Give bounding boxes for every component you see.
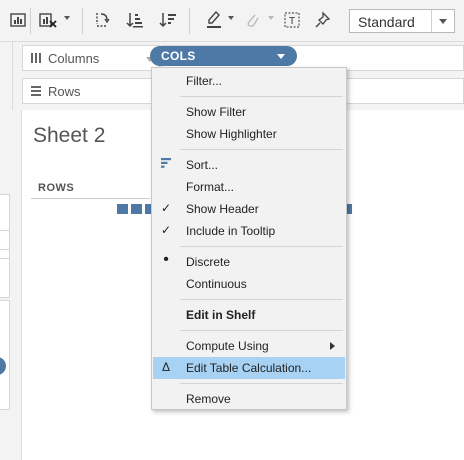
menu-item-format[interactable]: Format... bbox=[153, 176, 345, 198]
menu-separator bbox=[180, 299, 343, 300]
check-icon: ✓ bbox=[160, 223, 172, 237]
menu-item-sort[interactable]: Sort... bbox=[153, 154, 345, 176]
columns-shelf-label: Columns bbox=[22, 45, 160, 71]
delta-icon: Δ bbox=[161, 360, 170, 374]
mark[interactable] bbox=[117, 204, 128, 214]
menu-separator bbox=[180, 149, 343, 150]
menu-item-label: Remove bbox=[186, 392, 231, 406]
highlight-icon[interactable] bbox=[203, 9, 225, 31]
menu-item-edit-in-shelf[interactable]: Edit in Shelf bbox=[153, 304, 345, 326]
toolbar-separator bbox=[189, 8, 190, 34]
chevron-down-icon bbox=[439, 19, 447, 24]
menu-item-label: Sort... bbox=[186, 158, 219, 172]
svg-text:T: T bbox=[289, 16, 295, 27]
menu-item-discrete[interactable]: • Discrete bbox=[153, 251, 345, 273]
menu-item-include-in-tooltip[interactable]: ✓ Include in Tooltip bbox=[153, 220, 345, 242]
sheet-title: Sheet 2 bbox=[33, 124, 106, 147]
clear-sheet-icon[interactable] bbox=[37, 9, 59, 31]
cols-pill-label: COLS bbox=[161, 49, 196, 63]
menu-item-label: Edit in Shelf bbox=[186, 308, 256, 322]
fit-selector-value: Standard bbox=[358, 14, 415, 30]
menu-item-remove[interactable]: Remove bbox=[153, 388, 345, 410]
label-icon[interactable]: T bbox=[281, 9, 303, 31]
menu-item-label: Compute Using bbox=[186, 339, 269, 353]
sort-descending-icon[interactable] bbox=[157, 9, 179, 31]
columns-icon bbox=[30, 52, 42, 67]
toolbar-separator bbox=[30, 8, 31, 34]
menu-item-label: Edit Table Calculation... bbox=[186, 361, 312, 375]
rows-header: ROWS bbox=[38, 182, 75, 194]
toolbar-separator bbox=[82, 8, 83, 34]
menu-item-label: Discrete bbox=[186, 255, 231, 269]
menu-separator bbox=[180, 330, 343, 331]
side-panel-lower bbox=[0, 300, 10, 410]
fit-selector[interactable]: Standard bbox=[349, 9, 455, 33]
menu-item-label: Show Header bbox=[186, 202, 259, 216]
swap-icon[interactable] bbox=[91, 9, 113, 31]
menu-item-show-filter[interactable]: Show Filter bbox=[153, 101, 345, 123]
menu-item-label: Show Highlighter bbox=[186, 127, 277, 141]
menu-item-show-header[interactable]: ✓ Show Header bbox=[153, 198, 345, 220]
side-dropdown[interactable] bbox=[0, 230, 10, 250]
rows-shelf-label: Rows bbox=[22, 78, 160, 104]
side-field[interactable] bbox=[0, 258, 10, 298]
show-me-icon[interactable] bbox=[7, 9, 29, 31]
menu-separator bbox=[180, 246, 343, 247]
menu-item-filter[interactable]: Filter... bbox=[153, 70, 345, 92]
bullet-icon: • bbox=[163, 251, 169, 268]
menu-item-label: Filter... bbox=[186, 74, 223, 88]
columns-label: Columns bbox=[48, 51, 100, 66]
cols-pill[interactable]: COLS bbox=[150, 46, 297, 66]
rows-icon bbox=[30, 85, 42, 100]
header-divider bbox=[31, 198, 150, 199]
menu-item-label: Format... bbox=[186, 180, 235, 194]
pill-context-menu: Filter... Show Filter Show Highlighter S… bbox=[151, 67, 347, 410]
highlight-dropdown-icon[interactable] bbox=[228, 16, 234, 20]
mark[interactable] bbox=[131, 204, 142, 214]
marks-card-edge bbox=[0, 110, 22, 460]
menu-separator bbox=[180, 96, 343, 97]
clear-sheet-dropdown-icon[interactable] bbox=[64, 16, 70, 20]
menu-item-edit-table-calculation[interactable]: Δ Edit Table Calculation... bbox=[153, 357, 345, 379]
sort-icon bbox=[159, 157, 173, 171]
menu-item-label: Include in Tooltip bbox=[186, 224, 276, 238]
menu-item-show-highlighter[interactable]: Show Highlighter bbox=[153, 123, 345, 145]
sort-ascending-icon[interactable] bbox=[124, 9, 146, 31]
group-dropdown-icon[interactable] bbox=[268, 16, 274, 20]
menu-item-label: Continuous bbox=[186, 277, 247, 291]
menu-item-label: Show Filter bbox=[186, 105, 247, 119]
rows-label: Rows bbox=[48, 84, 81, 99]
pin-icon[interactable] bbox=[312, 9, 334, 31]
pill-dropdown-icon[interactable] bbox=[277, 54, 285, 59]
toolbar: T Standard bbox=[0, 0, 464, 42]
menu-item-compute-using[interactable]: Compute Using bbox=[153, 335, 345, 357]
group-icon[interactable] bbox=[241, 9, 263, 31]
submenu-arrow-icon bbox=[330, 342, 335, 350]
menu-separator bbox=[180, 383, 343, 384]
menu-item-continuous[interactable]: Continuous bbox=[153, 273, 345, 295]
fit-selector-dropdown[interactable] bbox=[431, 10, 454, 32]
check-icon: ✓ bbox=[160, 201, 172, 215]
